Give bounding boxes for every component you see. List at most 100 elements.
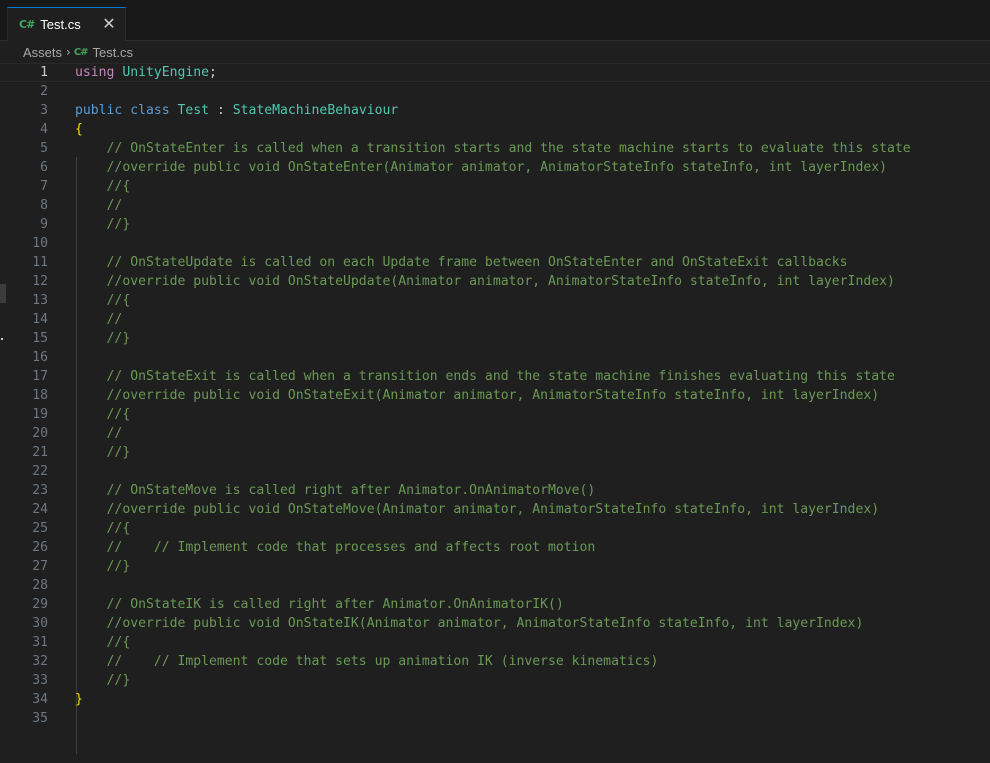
line-code: //}	[75, 557, 131, 576]
breadcrumb-folder[interactable]: Assets	[23, 45, 62, 60]
code-line[interactable]: 32 // // Implement code that sets up ani…	[0, 652, 990, 671]
code-line[interactable]: 23 // OnStateMove is called right after …	[0, 481, 990, 500]
code-line[interactable]: 10	[0, 234, 990, 253]
code-line[interactable]: 8 //	[0, 196, 990, 215]
code-line[interactable]: 1 using UnityEngine;	[0, 63, 990, 82]
line-number: 32	[32, 654, 48, 669]
line-number: 24	[32, 502, 48, 517]
tab-bar: C# Test.cs ✕	[0, 0, 990, 41]
line-number: 1	[40, 65, 48, 80]
tab-label[interactable]: Test.cs	[40, 17, 80, 32]
line-number: 19	[32, 407, 48, 422]
code-line[interactable]: 7 //{	[0, 177, 990, 196]
code-line[interactable]: 11 // OnStateUpdate is called on each Up…	[0, 253, 990, 272]
code-line[interactable]: 26 // // Implement code that processes a…	[0, 538, 990, 557]
code-line[interactable]: 27 //}	[0, 557, 990, 576]
line-code: //override public void OnStateUpdate(Ani…	[75, 272, 895, 291]
code-token: //}	[106, 331, 131, 346]
code-line[interactable]: 29 // OnStateIK is called right after An…	[0, 595, 990, 614]
code-line[interactable]: 17 // OnStateExit is called when a trans…	[0, 367, 990, 386]
code-line[interactable]: 34}	[0, 690, 990, 709]
line-number: 6	[40, 160, 48, 175]
line-number: 23	[32, 483, 48, 498]
line-number: 17	[32, 369, 48, 384]
code-line[interactable]: 6 //override public void OnStateEnter(An…	[0, 158, 990, 177]
code-token: using	[75, 65, 115, 80]
line-number: 11	[32, 255, 48, 270]
line-code: //{	[75, 405, 131, 424]
line-code: // OnStateMove is called right after Ani…	[75, 481, 596, 500]
code-line[interactable]: 33 //}	[0, 671, 990, 690]
line-number: 35	[32, 711, 48, 726]
line-number: 21	[32, 445, 48, 460]
code-line[interactable]: 25 //{	[0, 519, 990, 538]
line-number: 34	[32, 692, 48, 707]
line-number: 16	[32, 350, 48, 365]
code-token: {	[75, 122, 83, 137]
line-code: // OnStateUpdate is called on each Updat…	[75, 253, 848, 272]
code-line[interactable]: 9 //}	[0, 215, 990, 234]
code-line[interactable]: 19 //{	[0, 405, 990, 424]
code-line[interactable]: 14 //	[0, 310, 990, 329]
code-token: //	[106, 312, 123, 327]
breadcrumb-file[interactable]: Test.cs	[93, 45, 133, 60]
line-number: 28	[32, 578, 48, 593]
code-line[interactable]: 5 // OnStateEnter is called when a trans…	[0, 139, 990, 158]
code-line[interactable]: 30 //override public void OnStateIK(Anim…	[0, 614, 990, 633]
code-line[interactable]: 31 //{	[0, 633, 990, 652]
code-token: //{	[106, 521, 131, 536]
code-line[interactable]: 15 //}	[0, 329, 990, 348]
line-number: 30	[32, 616, 48, 631]
line-number: 4	[40, 122, 48, 137]
code-token: // OnStateMove is called right after Ani…	[106, 483, 596, 498]
chevron-right-icon: ›	[66, 45, 71, 59]
code-line[interactable]: 16	[0, 348, 990, 367]
close-icon[interactable]: ✕	[101, 16, 117, 32]
code-line[interactable]: 21 //}	[0, 443, 990, 462]
code-line[interactable]: 13 //{	[0, 291, 990, 310]
code-line[interactable]: 2	[0, 82, 990, 101]
line-code: using UnityEngine;	[75, 64, 217, 81]
code-line[interactable]: 20 //	[0, 424, 990, 443]
code-line[interactable]: 3 public class Test : StateMachineBehavio…	[0, 101, 990, 120]
tab-test-cs[interactable]: C# Test.cs ✕	[7, 7, 126, 41]
code-line[interactable]: 18 //override public void OnStateExit(An…	[0, 386, 990, 405]
code-line[interactable]: 35	[0, 709, 990, 728]
line-number: 18	[32, 388, 48, 403]
code-editor[interactable]: 1 using UnityEngine; 2 3 public class Test :…	[0, 63, 990, 763]
line-code: //{	[75, 519, 131, 538]
line-number: 22	[32, 464, 48, 479]
code-line[interactable]: 28	[0, 576, 990, 595]
code-line[interactable]: 4{	[0, 120, 990, 139]
line-code: //}	[75, 443, 131, 462]
line-code: //override public void OnStateMove(Anima…	[75, 500, 880, 519]
line-code: //{	[75, 177, 131, 196]
line-code: //}	[75, 329, 131, 348]
line-number: 20	[32, 426, 48, 441]
line-code: public class Test : StateMachineBehaviou…	[75, 101, 398, 120]
line-number: 12	[32, 274, 48, 289]
line-code: }	[75, 690, 83, 709]
line-number: 9	[40, 217, 48, 232]
code-token: }	[75, 692, 83, 707]
code-token: //}	[106, 559, 131, 574]
code-line[interactable]: 12 //override public void OnStateUpdate(…	[0, 272, 990, 291]
line-code: // OnStateEnter is called when a transit…	[75, 139, 911, 158]
code-line[interactable]: 22	[0, 462, 990, 481]
code-token: Test	[177, 103, 210, 118]
code-line[interactable]: 24 //override public void OnStateMove(An…	[0, 500, 990, 519]
